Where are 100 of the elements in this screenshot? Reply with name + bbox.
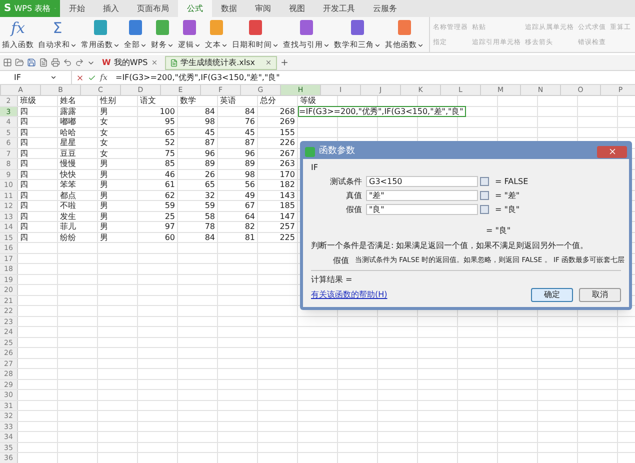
insert-function-button[interactable]: fx bbox=[100, 72, 108, 84]
table-cell: 四 bbox=[20, 232, 28, 242]
table-cell: 60 bbox=[164, 232, 175, 242]
table-cell: 257 bbox=[280, 222, 295, 231]
caret-icon bbox=[167, 42, 174, 48]
table-cell: 32 bbox=[204, 190, 215, 200]
argument-field[interactable]: G3<150 bbox=[366, 176, 478, 187]
table-cell: 58 bbox=[204, 212, 215, 220]
caret-icon bbox=[70, 42, 77, 48]
table-cell: 四 bbox=[20, 170, 28, 178]
name-box[interactable]: IF bbox=[0, 71, 72, 84]
calculation-result: 计算结果 = bbox=[311, 275, 352, 284]
table-cell: 67 bbox=[244, 201, 255, 210]
app-logo-icon bbox=[305, 146, 315, 156]
menu-tab[interactable]: 云服务 bbox=[364, 0, 406, 17]
table-cell: 四 bbox=[20, 180, 28, 189]
redo-icon[interactable] bbox=[75, 58, 84, 67]
caret-icon bbox=[113, 42, 120, 48]
table-cell: 84 bbox=[204, 232, 215, 242]
table-cell: 46 bbox=[164, 170, 175, 178]
dialog-button[interactable]: 确定 bbox=[531, 288, 573, 302]
print-icon[interactable] bbox=[51, 58, 60, 67]
grid-icon[interactable] bbox=[3, 58, 12, 67]
table-cell: 男 bbox=[100, 170, 108, 178]
table-cell: 女 bbox=[100, 117, 108, 126]
close-icon[interactable] bbox=[150, 59, 158, 66]
table-cell: 78 bbox=[204, 222, 215, 231]
table-cell: 男 bbox=[100, 106, 108, 116]
table-cell: 25 bbox=[164, 212, 175, 220]
table-cell: 96 bbox=[204, 148, 215, 158]
caret-icon bbox=[194, 42, 201, 48]
undo-icon[interactable] bbox=[63, 58, 72, 67]
dialog-button[interactable]: 取消 bbox=[579, 288, 621, 302]
table-cell: 豆豆 bbox=[60, 148, 76, 158]
table-cell: 98 bbox=[204, 117, 215, 126]
menu-tab[interactable]: 数据 bbox=[212, 0, 246, 17]
menu-tab[interactable]: 视图 bbox=[280, 0, 314, 17]
menu-tab[interactable]: 开发工具 bbox=[314, 0, 364, 17]
cancel-icon[interactable] bbox=[76, 74, 84, 82]
confirm-icon[interactable] bbox=[88, 74, 96, 82]
table-cell: 星星 bbox=[60, 138, 76, 147]
table-cell: 笨笨 bbox=[60, 180, 76, 189]
close-button[interactable] bbox=[597, 146, 627, 158]
table-cell: 四 bbox=[20, 138, 28, 147]
table-cell: 61 bbox=[164, 180, 175, 189]
argument-field[interactable]: "差" bbox=[366, 190, 478, 201]
folder-icon[interactable] bbox=[15, 58, 24, 67]
table-cell: 89 bbox=[204, 159, 215, 168]
help-link[interactable]: 有关该函数的帮助(H) bbox=[311, 289, 388, 301]
table-cell: 81 bbox=[244, 232, 255, 242]
table-cell: 快快 bbox=[60, 170, 76, 178]
menu-tab[interactable]: 开始 bbox=[60, 0, 94, 17]
new-tab-icon[interactable] bbox=[280, 58, 289, 67]
menu-tab[interactable]: 插入 bbox=[94, 0, 128, 17]
table-cell: 男 bbox=[100, 222, 108, 231]
table-cell: 英语 bbox=[220, 96, 236, 105]
table-cell: 性别 bbox=[100, 96, 116, 105]
formula-input[interactable]: =IF(G3>=200,"优秀",IF(G3<150,"差","良" bbox=[115, 72, 280, 84]
table-cell: 100 bbox=[160, 106, 175, 116]
caret-icon bbox=[50, 74, 57, 81]
menu-tab[interactable]: 公式 bbox=[178, 0, 212, 17]
table-cell: 总分 bbox=[260, 96, 276, 105]
table-cell: 男 bbox=[100, 180, 108, 189]
function-glyph-icon: fx bbox=[10, 19, 25, 37]
table-cell: 四 bbox=[20, 159, 28, 168]
table-cell: 男 bbox=[100, 190, 108, 200]
table-cell: 等级 bbox=[300, 96, 316, 105]
document-tab[interactable]: W 我的WPS bbox=[98, 56, 162, 70]
table-cell: 84 bbox=[204, 106, 215, 116]
argument-field[interactable]: "良" bbox=[366, 204, 478, 215]
formula-result: = "良" bbox=[486, 225, 511, 237]
dialog-title: 函数参数 bbox=[319, 144, 355, 158]
table-cell: 49 bbox=[244, 190, 255, 200]
table-cell: 87 bbox=[244, 138, 255, 147]
table-cell: 185 bbox=[280, 201, 295, 210]
caret-icon bbox=[140, 42, 147, 48]
table-cell: 四 bbox=[20, 148, 28, 158]
table-cell: 发生 bbox=[60, 212, 76, 220]
table-cell: 65 bbox=[164, 128, 175, 136]
close-icon[interactable] bbox=[264, 59, 272, 66]
menu-tab[interactable]: 审阅 bbox=[246, 0, 280, 17]
table-cell: 数学 bbox=[180, 96, 196, 105]
caret-icon bbox=[374, 42, 381, 48]
save-icon[interactable] bbox=[27, 58, 36, 67]
table-cell: 都点 bbox=[60, 190, 76, 200]
caret-icon bbox=[272, 42, 279, 48]
table-cell: 菲儿 bbox=[60, 222, 76, 231]
table-cell: 89 bbox=[244, 159, 255, 168]
table-cell: 268 bbox=[280, 106, 295, 116]
app-menu-button[interactable]: S WPS 表格 bbox=[0, 0, 60, 17]
document-icon[interactable] bbox=[39, 58, 48, 67]
menu-tab[interactable]: 页面布局 bbox=[128, 0, 178, 17]
table-cell: 45 bbox=[244, 128, 255, 136]
table-cell: 露露 bbox=[60, 106, 76, 116]
table-cell: 男 bbox=[100, 212, 108, 220]
table-cell: 96 bbox=[244, 148, 255, 158]
table-cell: 男 bbox=[100, 201, 108, 210]
document-tab[interactable]: 学生成绩统计表.xlsx bbox=[164, 56, 277, 70]
table-cell: 155 bbox=[280, 128, 295, 136]
cell-editor[interactable]: =IF(G3>=200,"优秀",IF(G3<150,"差","良" bbox=[298, 106, 466, 116]
